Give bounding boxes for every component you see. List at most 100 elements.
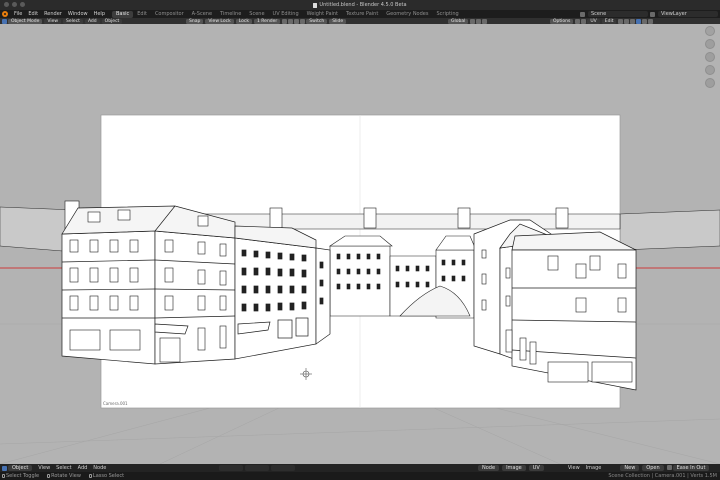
orientation-selector[interactable]: Global: [448, 18, 469, 24]
tab-geometry-nodes[interactable]: Geometry Nodes: [382, 11, 432, 18]
menu-edit[interactable]: Edit: [25, 11, 41, 17]
scene-statistics: Scene Collection | Camera.001 | Verts 1.…: [608, 473, 717, 479]
pan-gizmo-icon[interactable]: [705, 52, 715, 62]
frame-field[interactable]: [245, 465, 270, 471]
tab-basic[interactable]: Basic: [112, 10, 134, 18]
scene-field[interactable]: Scene: [588, 11, 648, 17]
lock-button[interactable]: Lock: [235, 18, 252, 24]
toggle-icon[interactable]: [294, 18, 300, 24]
tab-weight-paint[interactable]: Weight Paint: [303, 11, 342, 18]
toggle-icon[interactable]: [288, 18, 294, 24]
bottom-mode-selector[interactable]: Object: [8, 465, 33, 471]
view-layer-field[interactable]: ViewLayer: [658, 11, 718, 17]
perspective-toggle-icon[interactable]: [705, 78, 715, 88]
tab-edit[interactable]: Edit: [133, 11, 151, 18]
material-shading-icon[interactable]: [642, 18, 648, 24]
transform-orientation: Global: [448, 18, 488, 24]
interpolation-dropdown[interactable]: Ease In Out: [672, 465, 710, 471]
right-wall-outside: [619, 209, 720, 251]
overlay-icon[interactable]: [618, 18, 624, 24]
mouse-middle-icon: [47, 474, 51, 478]
frame-field[interactable]: [271, 465, 296, 471]
editor-type-icon[interactable]: [2, 18, 7, 24]
new-image-button[interactable]: New: [620, 465, 640, 471]
mode-selector[interactable]: Object Mode: [8, 18, 43, 24]
left-corner-building: [61, 205, 236, 365]
menu-image[interactable]: Image: [583, 465, 605, 471]
hint-select-toggle: Select Toggle: [2, 473, 39, 479]
bottom-menu-add[interactable]: Add: [75, 465, 91, 471]
bottom-menu-select[interactable]: Select: [53, 465, 74, 471]
viewport-center-tools: Snap View Lock Lock 1 Render Switch Slid…: [186, 18, 348, 24]
tab-a-scene[interactable]: A-Scene: [188, 11, 216, 18]
tab-texture-paint[interactable]: Texture Paint: [342, 11, 382, 18]
pivot-icon[interactable]: [470, 18, 476, 24]
tab-uv-editing[interactable]: UV Editing: [269, 11, 303, 18]
left-mid-building: [234, 225, 331, 360]
view-layer-icon: [650, 11, 655, 17]
solid-shading-icon[interactable]: [636, 18, 642, 24]
options-dropdown[interactable]: Options: [550, 18, 574, 24]
scene-icon: [580, 11, 585, 17]
editor-type-icon[interactable]: [2, 465, 7, 471]
bottom-menu-view[interactable]: View: [35, 465, 53, 471]
toggle-icon[interactable]: [300, 18, 306, 24]
zoom-window-button[interactable]: [20, 2, 25, 7]
edit-toggle[interactable]: Edit: [601, 18, 617, 24]
wireframe-shading-icon[interactable]: [630, 18, 636, 24]
menu-object[interactable]: Object: [101, 18, 123, 24]
orbit-gizmo-icon[interactable]: [705, 26, 715, 36]
scene-selectors: Scene ViewLayer: [580, 11, 718, 17]
menu-help[interactable]: Help: [91, 11, 108, 17]
frame-field[interactable]: [219, 465, 244, 471]
snap-button[interactable]: Snap: [186, 18, 204, 24]
3d-viewport[interactable]: Camera.001: [0, 24, 720, 464]
slide-button[interactable]: Slide: [329, 18, 347, 24]
window-controls[interactable]: [4, 2, 25, 7]
gizmo-icon[interactable]: [581, 18, 587, 24]
toggle-icon[interactable]: [282, 18, 288, 24]
menu-view[interactable]: View: [565, 465, 583, 471]
pin-icon[interactable]: [666, 465, 672, 470]
bottom-menu-node[interactable]: Node: [90, 465, 109, 471]
window-titlebar: Untitled.blend - Blender 4.5.0 Beta: [0, 0, 720, 10]
tab-timeline[interactable]: Timeline: [216, 11, 245, 18]
camera-view-icon[interactable]: [705, 65, 715, 75]
uv-toggle[interactable]: UV: [587, 18, 600, 24]
tab-compositor[interactable]: Compositor: [151, 11, 188, 18]
mouse-right-icon: [88, 474, 92, 478]
menu-view[interactable]: View: [44, 18, 62, 24]
render-button[interactable]: 1 Render: [253, 18, 281, 24]
menu-add[interactable]: Add: [84, 18, 100, 24]
node-dropdown[interactable]: Node: [478, 465, 500, 471]
menu-render[interactable]: Render: [41, 11, 65, 17]
bottom-right-controls: Node Image UV View Image New Open Ease I…: [478, 465, 712, 471]
rendered-shading-icon[interactable]: [648, 18, 654, 24]
minimize-window-button[interactable]: [12, 2, 17, 7]
menu-window[interactable]: Window: [65, 11, 91, 17]
hint-lasso-select: Lasso Select: [88, 473, 124, 479]
top-menubar: File Edit Render Window Help Basic Edit …: [0, 10, 720, 18]
close-window-button[interactable]: [4, 2, 9, 7]
tab-scene[interactable]: Scene: [245, 11, 268, 18]
snap-icon[interactable]: [476, 18, 482, 24]
xray-icon[interactable]: [624, 18, 630, 24]
visibility-icon[interactable]: [575, 18, 581, 24]
proportional-edit-icon[interactable]: [482, 18, 488, 24]
document-icon: [313, 2, 318, 8]
viewport-scene: Camera.001: [0, 114, 720, 464]
zoom-gizmo-icon[interactable]: [705, 39, 715, 49]
switch-button[interactable]: Switch: [306, 18, 328, 24]
blender-logo-icon[interactable]: [2, 11, 8, 17]
view-lock-button[interactable]: View Lock: [205, 18, 234, 24]
menu-file[interactable]: File: [11, 11, 25, 17]
uv-dropdown[interactable]: UV: [528, 465, 544, 471]
hint-rotate-view: Rotate View: [47, 473, 81, 479]
status-bar: Select Toggle Rotate View Lasso Select S…: [0, 472, 720, 480]
open-image-button[interactable]: Open: [642, 465, 664, 471]
camera-frame-label: Camera.001: [103, 401, 128, 406]
image-dropdown[interactable]: Image: [502, 465, 526, 471]
tab-scripting[interactable]: Scripting: [432, 11, 462, 18]
menu-select[interactable]: Select: [63, 18, 83, 24]
window-title: Untitled.blend - Blender 4.5.0 Beta: [313, 2, 407, 8]
